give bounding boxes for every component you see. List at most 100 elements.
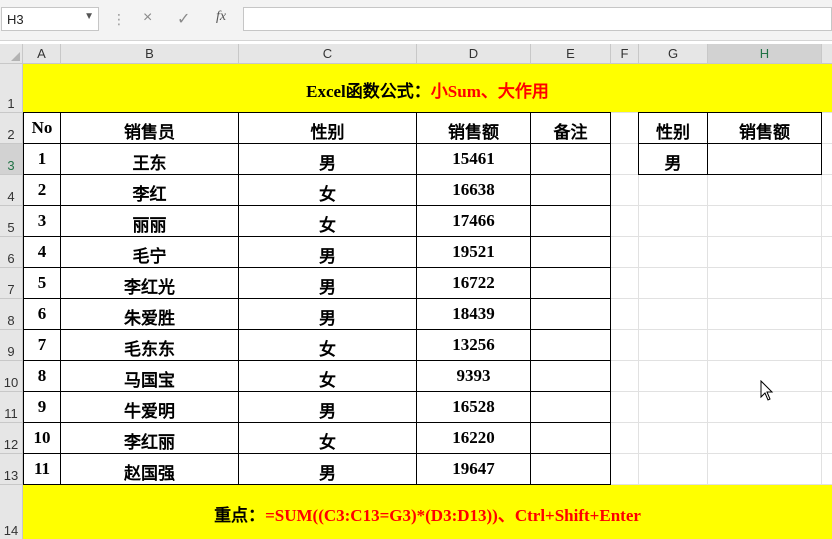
table-cell-sales[interactable]: 16528 (416, 397, 531, 417)
formula-bar-area: H3 ▼ ⋮ × ✓ fx (0, 0, 832, 41)
row-header-4[interactable]: 4 (0, 175, 23, 206)
table-cell-no[interactable]: 10 (23, 428, 61, 448)
table-cell-seller[interactable]: 牛爱明 (60, 397, 239, 422)
title-highlight: 小Sum、大作用 (430, 82, 549, 101)
table-cell-no[interactable]: 5 (23, 273, 61, 293)
table-border (23, 360, 611, 361)
column-header-e[interactable]: E (531, 44, 611, 64)
column-header-f[interactable]: F (611, 44, 639, 64)
table-cell-sales[interactable]: 19647 (416, 459, 531, 479)
row-header-10[interactable]: 10 (0, 361, 23, 392)
header-cell-no[interactable]: No (23, 118, 61, 138)
table-border (23, 112, 611, 113)
column-header-g[interactable]: G (639, 44, 708, 64)
row-header-3[interactable]: 3 (0, 144, 23, 175)
chevron-down-icon[interactable]: ▼ (84, 11, 94, 22)
table-cell-no[interactable]: 2 (23, 180, 61, 200)
row-header-9[interactable]: 9 (0, 330, 23, 361)
column-header-b[interactable]: B (61, 44, 239, 64)
table-cell-no[interactable]: 6 (23, 304, 61, 324)
table-cell-no[interactable]: 1 (23, 149, 61, 169)
table-cell-gender[interactable]: 女 (238, 335, 417, 360)
table-cell-gender[interactable]: 男 (238, 397, 417, 422)
table-cell-sales[interactable]: 9393 (416, 366, 531, 386)
table-cell-gender[interactable]: 男 (238, 149, 417, 174)
table-cell-seller[interactable]: 马国宝 (60, 366, 239, 391)
header-cell-notes[interactable]: 备注 (530, 118, 611, 143)
column-header-i[interactable] (822, 44, 832, 64)
worksheet-grid[interactable]: Excel函数公式：小Sum、大作用 重点：=SUM((C3:C13=G3)*(… (23, 64, 832, 539)
row-header-label: 11 (4, 406, 18, 421)
table-cell-no[interactable]: 4 (23, 242, 61, 262)
insert-function-icon[interactable]: fx (216, 9, 226, 25)
row-header-5[interactable]: 5 (0, 206, 23, 237)
enter-icon[interactable]: ✓ (177, 9, 190, 29)
row-header-label: 2 (7, 127, 15, 142)
table-cell-sales[interactable]: 18439 (416, 304, 531, 324)
table-cell-seller[interactable]: 毛宁 (60, 242, 239, 267)
table-cell-sales[interactable]: 17466 (416, 211, 531, 231)
table-cell-sales[interactable]: 16638 (416, 180, 531, 200)
table-cell-gender[interactable]: 女 (238, 366, 417, 391)
row-header-8[interactable]: 8 (0, 299, 23, 330)
column-header-d[interactable]: D (417, 44, 531, 64)
table-cell-gender[interactable]: 男 (238, 273, 417, 298)
table-cell-seller[interactable]: 毛东东 (60, 335, 239, 360)
more-options-icon: ⋮ (112, 11, 126, 27)
row-header-2[interactable]: 2 (0, 113, 23, 144)
table-cell-no[interactable]: 9 (23, 397, 61, 417)
column-header-h[interactable]: H (708, 44, 822, 64)
row-header-11[interactable]: 11 (0, 392, 23, 423)
column-header-a[interactable]: A (23, 44, 61, 64)
side-cell-gender[interactable]: 男 (638, 149, 708, 174)
table-border (23, 174, 611, 175)
table-cell-sales[interactable]: 15461 (416, 149, 531, 169)
table-cell-gender[interactable]: 男 (238, 242, 417, 267)
title-band[interactable]: Excel函数公式：小Sum、大作用 (23, 64, 832, 112)
side-header-sales[interactable]: 销售额 (707, 118, 822, 143)
select-all-button[interactable] (0, 44, 23, 64)
row-header-12[interactable]: 12 (0, 423, 23, 454)
table-cell-sales[interactable]: 19521 (416, 242, 531, 262)
table-cell-seller[interactable]: 李红 (60, 180, 239, 205)
table-cell-sales[interactable]: 13256 (416, 335, 531, 355)
table-cell-no[interactable]: 8 (23, 366, 61, 386)
table-cell-seller[interactable]: 李红丽 (60, 428, 239, 453)
table-cell-gender[interactable]: 男 (238, 304, 417, 329)
table-cell-seller[interactable]: 王东 (60, 149, 239, 174)
row-header-13[interactable]: 13 (0, 454, 23, 485)
table-cell-sales[interactable]: 16220 (416, 428, 531, 448)
name-box-value: H3 (7, 12, 24, 27)
row-header-1[interactable]: 1 (0, 64, 23, 113)
mouse-pointer-icon (760, 380, 774, 401)
name-box[interactable]: H3 ▼ (1, 7, 99, 31)
table-cell-seller[interactable]: 丽丽 (60, 211, 239, 236)
key-point-label: 重点： (214, 506, 266, 525)
table-cell-seller[interactable]: 赵国强 (60, 459, 239, 484)
table-cell-gender[interactable]: 女 (238, 180, 417, 205)
table-cell-no[interactable]: 11 (23, 459, 61, 479)
row-header-label: 13 (3, 468, 19, 483)
header-cell-sales[interactable]: 销售额 (416, 118, 531, 143)
row-header-6[interactable]: 6 (0, 237, 23, 268)
row-header-14[interactable]: 14 (0, 485, 23, 539)
table-border (23, 391, 611, 392)
footer-band[interactable]: 重点：=SUM((C3:C13=G3)*(D3:D13))、Ctrl+Shift… (23, 485, 832, 539)
table-cell-no[interactable]: 7 (23, 335, 61, 355)
title-prefix: Excel函数公式： (306, 82, 431, 101)
column-header-c[interactable]: C (239, 44, 417, 64)
cancel-icon[interactable]: × (143, 9, 152, 27)
row-header-7[interactable]: 7 (0, 268, 23, 299)
formula-input[interactable] (243, 7, 832, 31)
row-header-label: 3 (7, 158, 15, 173)
table-cell-gender[interactable]: 女 (238, 428, 417, 453)
header-cell-gender[interactable]: 性别 (238, 118, 417, 143)
header-cell-seller[interactable]: 销售员 (60, 118, 239, 143)
table-cell-sales[interactable]: 16722 (416, 273, 531, 293)
table-cell-seller[interactable]: 朱爱胜 (60, 304, 239, 329)
table-cell-gender[interactable]: 男 (238, 459, 417, 484)
table-cell-seller[interactable]: 李红光 (60, 273, 239, 298)
table-cell-no[interactable]: 3 (23, 211, 61, 231)
side-header-gender[interactable]: 性别 (638, 118, 708, 143)
table-cell-gender[interactable]: 女 (238, 211, 417, 236)
